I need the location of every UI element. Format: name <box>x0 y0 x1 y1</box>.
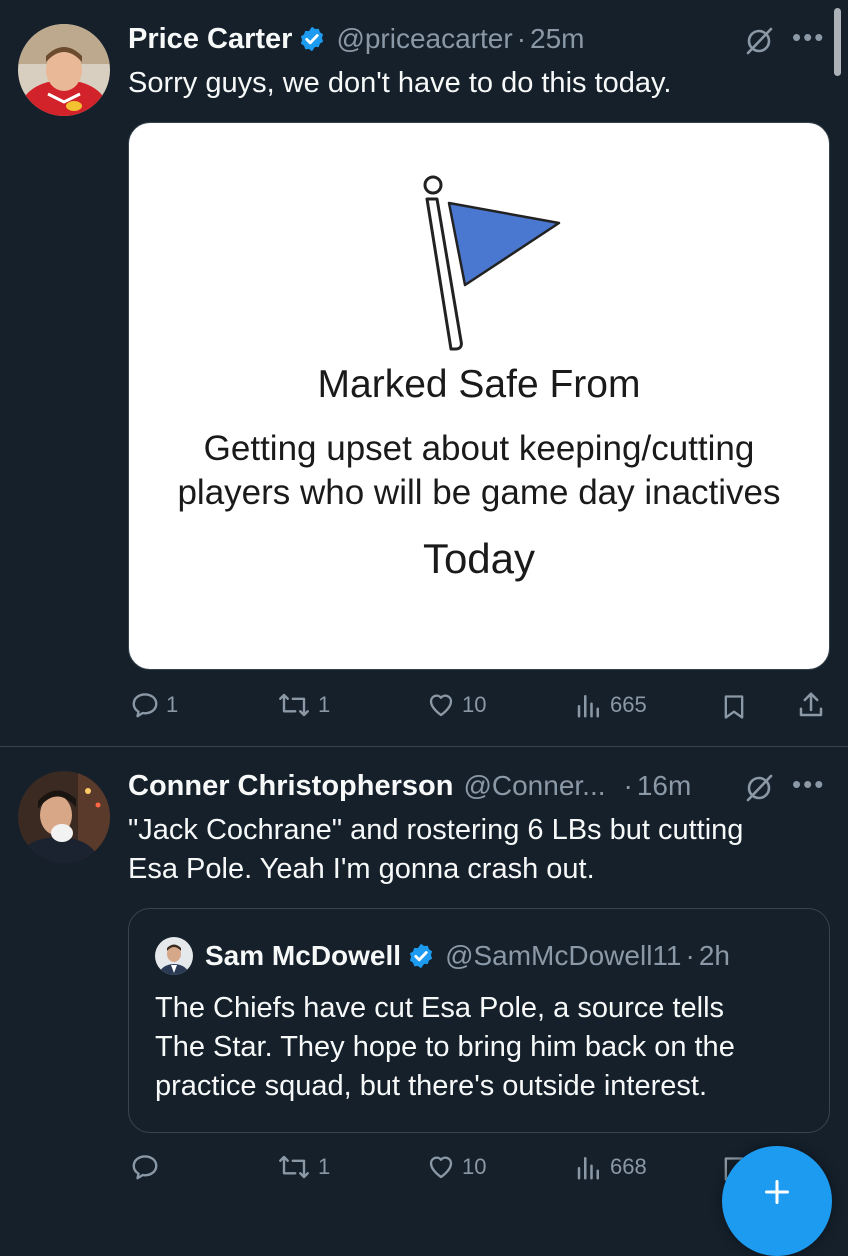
views-count: 665 <box>610 692 647 717</box>
author-handle[interactable]: @Conner... <box>463 770 605 802</box>
quote-timestamp[interactable]: 2h <box>699 940 730 972</box>
author-name[interactable]: Conner Christopherson <box>128 770 453 803</box>
compose-button[interactable] <box>722 1146 832 1256</box>
reply-button[interactable] <box>130 1152 160 1182</box>
views-button[interactable]: 668 <box>574 1152 647 1182</box>
views-icon <box>577 1157 599 1180</box>
retweet-icon <box>279 693 309 717</box>
like-count: 10 <box>462 692 487 717</box>
tweet-header: Conner Christopherson @Conner... · 16m <box>128 767 691 805</box>
quote-text: The Chiefs have cut Esa Pole, a source t… <box>155 992 725 1024</box>
grok-icon[interactable] <box>744 26 774 56</box>
like-icon <box>429 694 453 717</box>
reply-count: 1 <box>166 692 179 717</box>
avatar[interactable] <box>18 24 110 116</box>
grok-icon[interactable] <box>744 773 774 803</box>
flag-icon <box>423 175 561 351</box>
quote-tweet[interactable]: Sam McDowell @SamMcDowell11 · 2h The Chi… <box>128 908 830 1133</box>
more-icon[interactable]: ••• <box>792 22 825 53</box>
like-count: 10 <box>462 1154 487 1179</box>
tweet[interactable]: Price Carter @priceacarter · 25m ••• Sor… <box>0 0 848 746</box>
avatar-image <box>18 24 110 116</box>
tweet-image[interactable]: Marked Safe From Getting upset about kee… <box>128 122 830 670</box>
retweet-count: 1 <box>318 1154 331 1179</box>
more-icon[interactable]: ••• <box>792 769 825 800</box>
avatar-image <box>18 771 110 863</box>
retweet-button[interactable]: 1 <box>276 1152 330 1182</box>
compose-icon <box>764 1179 790 1205</box>
retweet-icon <box>279 1155 309 1179</box>
quote-author-handle[interactable]: @SamMcDowell11 <box>445 940 681 972</box>
separator-dot: · <box>685 940 695 971</box>
tweet-text: Esa Pole. Yeah I'm gonna crash out. <box>128 853 595 885</box>
verified-badge-icon <box>301 26 324 52</box>
views-button[interactable]: 665 <box>574 690 647 720</box>
views-icon <box>577 695 599 718</box>
meme-line: Getting upset about keeping/cutting <box>203 429 755 468</box>
quote-text: practice squad, but there's outside inte… <box>155 1070 708 1102</box>
meme-title: Marked Safe From <box>317 363 641 406</box>
like-icon <box>429 1156 453 1179</box>
like-button[interactable]: 10 <box>426 1152 486 1182</box>
quote-author-name[interactable]: Sam McDowell <box>205 940 401 972</box>
bookmark-icon[interactable] <box>720 692 748 722</box>
author-handle[interactable]: @priceacarter <box>336 23 512 55</box>
retweet-button[interactable]: 1 <box>276 690 330 720</box>
quote-text: The Star. They hope to bring him back on… <box>155 1031 735 1063</box>
timestamp[interactable]: 16m <box>637 770 691 802</box>
avatar[interactable] <box>18 771 110 863</box>
reply-icon <box>132 693 158 718</box>
separator-dot: · <box>516 23 527 54</box>
quote-header: Sam McDowell @SamMcDowell11 · 2h <box>205 937 730 975</box>
retweet-count: 1 <box>318 692 331 717</box>
timestamp[interactable]: 25m <box>530 23 584 55</box>
tweet[interactable]: Conner Christopherson @Conner... · 16m •… <box>0 747 848 1200</box>
avatar-image <box>155 937 193 975</box>
like-button[interactable]: 10 <box>426 690 486 720</box>
reply-button[interactable]: 1 <box>130 690 178 720</box>
share-icon[interactable] <box>796 690 826 720</box>
meme-line: Today <box>422 535 536 582</box>
reply-icon <box>132 1155 158 1180</box>
meme-line: players who will be game day inactives <box>177 473 781 512</box>
tweet-text: "Jack Cochrane" and rostering 6 LBs but … <box>128 814 744 846</box>
tweet-header: Price Carter @priceacarter · 25m <box>128 20 585 58</box>
tweet-text: Sorry guys, we don't have to do this tod… <box>128 67 672 99</box>
views-count: 668 <box>610 1154 647 1179</box>
separator-dot: · <box>623 770 633 801</box>
quote-avatar[interactable] <box>155 937 193 975</box>
verified-badge-icon <box>409 943 433 969</box>
author-name[interactable]: Price Carter <box>128 23 292 56</box>
